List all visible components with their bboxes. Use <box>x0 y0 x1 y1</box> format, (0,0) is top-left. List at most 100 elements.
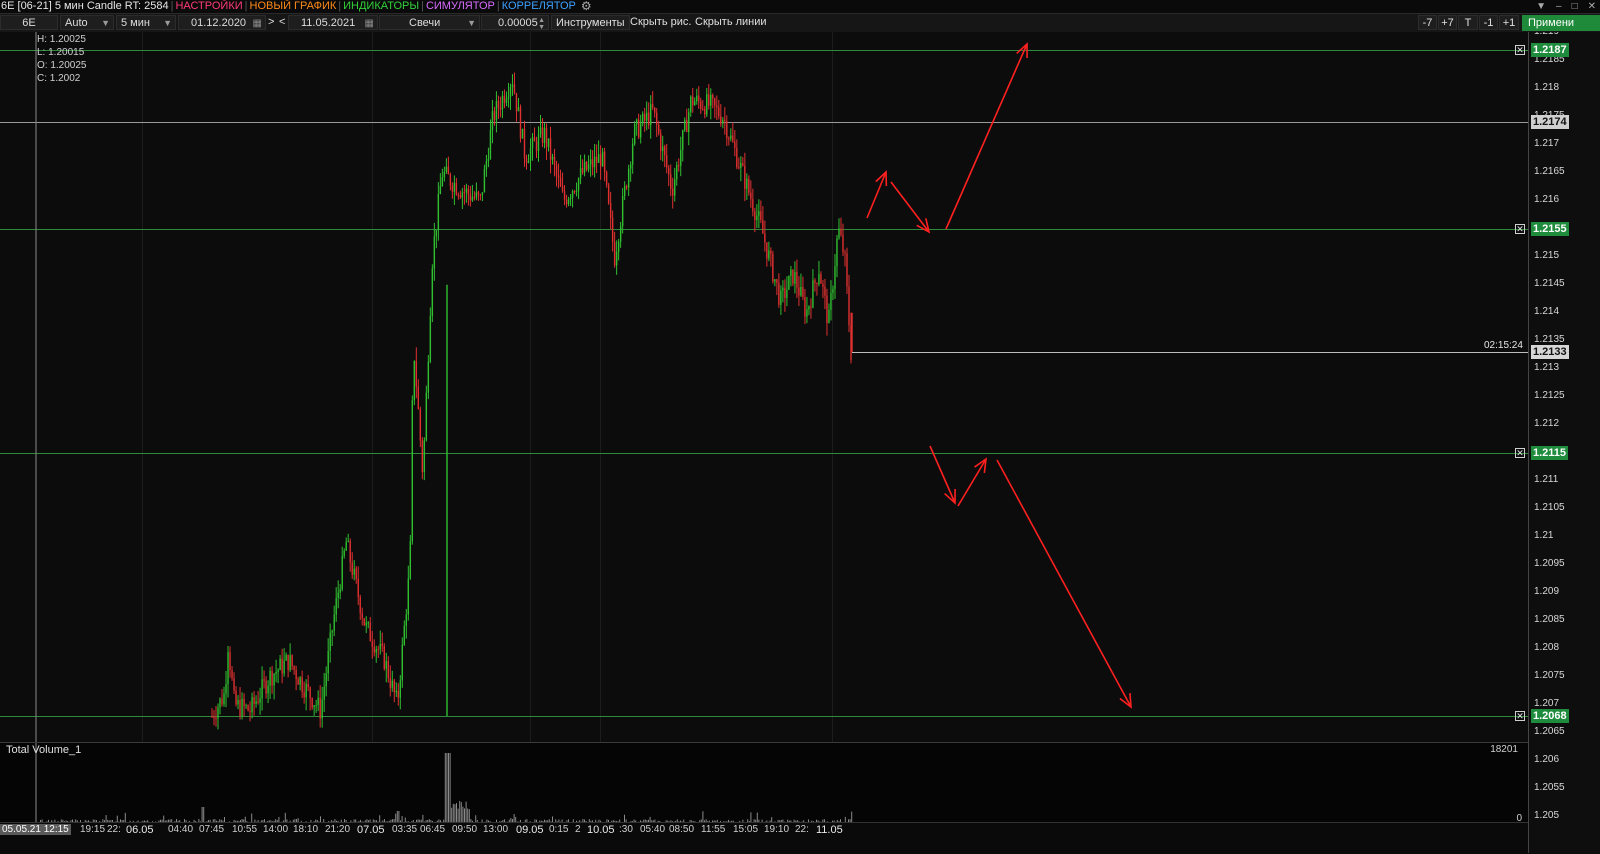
candle <box>396 682 397 697</box>
candle <box>285 652 286 660</box>
candle <box>714 98 715 118</box>
candle-body <box>273 674 274 685</box>
price-chart[interactable]: H: 1.20025 L: 1.20015 O: 1.20025 C: 1.20… <box>0 32 1528 742</box>
candle <box>490 119 491 159</box>
candle-body <box>800 287 801 296</box>
candle <box>436 230 437 248</box>
candle <box>614 232 615 268</box>
candle <box>506 92 507 107</box>
date-to-field[interactable]: 11.05.2021▦ <box>288 15 378 30</box>
shift-minus-7-button[interactable]: -7 <box>1418 15 1437 30</box>
candle <box>215 706 216 727</box>
candle-body <box>211 716 212 717</box>
level-close-icon[interactable]: ✕ <box>1515 224 1525 234</box>
candle-body <box>458 195 459 196</box>
level-close-icon[interactable]: ✕ <box>1515 711 1525 721</box>
candle-body <box>698 96 699 102</box>
candle <box>442 169 443 187</box>
level-close-icon[interactable]: ✕ <box>1515 448 1525 458</box>
candle-body <box>414 361 415 400</box>
candle <box>596 144 597 173</box>
candle-body <box>666 155 667 167</box>
shift-plus-1-button[interactable]: +1 <box>1499 15 1519 30</box>
price-chart-canvas[interactable] <box>0 32 1528 742</box>
candle <box>804 289 805 324</box>
candle <box>466 184 467 203</box>
minimize-icon[interactable]: – <box>1556 0 1562 13</box>
candle <box>307 675 308 691</box>
arrow-down-small[interactable] <box>930 446 955 503</box>
pin-icon[interactable]: ▼ <box>1536 0 1546 13</box>
arrow-up-small[interactable] <box>867 172 886 218</box>
candle-body <box>253 697 254 704</box>
candle-body <box>235 691 236 705</box>
price-axis[interactable]: 1.2191.21851.2181.21751.2171.21651.2161.… <box>1528 32 1600 853</box>
candle <box>295 666 296 691</box>
candle <box>319 685 320 727</box>
gear-icon[interactable]: ⚙ <box>581 0 592 13</box>
calendar-icon[interactable]: ▦ <box>365 16 374 30</box>
symbol-select[interactable]: 6E <box>0 15 58 30</box>
candle-body <box>554 157 555 165</box>
menu-settings[interactable]: НАСТРОЙКИ <box>175 0 242 13</box>
time-day-label: 11.05 <box>816 824 843 836</box>
hide-drawings-button[interactable]: Скрыть рис. <box>626 15 695 30</box>
candle-body <box>846 253 847 286</box>
nav-forward-button[interactable]: > <box>266 15 276 30</box>
menu-correlator[interactable]: КОРРЕЛЯТОР <box>502 0 576 13</box>
volume-bar <box>464 808 465 823</box>
candle <box>788 275 789 290</box>
candle-body <box>638 120 639 138</box>
candle <box>478 191 479 201</box>
arrow-down-major[interactable] <box>997 460 1131 707</box>
arrow-up-major[interactable] <box>946 44 1027 229</box>
candle-body <box>714 98 715 105</box>
timeframe-select[interactable]: 5 мин▼ <box>116 15 176 30</box>
tools-button[interactable]: Инструменты <box>551 15 630 30</box>
menu-indicators[interactable]: ИНДИКАТОРЫ <box>343 0 419 13</box>
candle-body <box>534 137 535 141</box>
candle <box>514 73 515 95</box>
candle-body <box>269 671 270 686</box>
price-tick-label: 1.2075 <box>1534 670 1565 681</box>
apply-button[interactable]: Примени <box>1522 15 1600 31</box>
time-axis[interactable]: 05.05.21 12:1519:1522:06.0504:4007:4510:… <box>0 822 1528 854</box>
shift-minus-1-button[interactable]: -1 <box>1479 15 1498 30</box>
volume-pane[interactable]: Total Volume_1 18201 0 <box>0 742 1528 823</box>
candle <box>281 649 282 684</box>
chart-type-select[interactable]: Свечи▼ <box>379 15 480 30</box>
candle-body <box>586 162 587 170</box>
date-from-field[interactable]: 01.12.2020▦ <box>178 15 266 30</box>
candle-body <box>227 652 228 684</box>
candle <box>638 114 639 139</box>
calendar-icon[interactable]: ▦ <box>253 16 262 30</box>
candle <box>376 646 377 663</box>
level-close-icon[interactable]: ✕ <box>1515 45 1525 55</box>
stepper-arrows-icon[interactable]: ▲▼ <box>538 17 545 30</box>
candle-body <box>768 251 769 259</box>
tick-size-stepper[interactable]: 0.00005▲▼ <box>481 15 549 30</box>
candle <box>778 273 779 307</box>
candle <box>474 191 475 200</box>
arrow-up-small[interactable] <box>958 459 986 506</box>
scale-select[interactable]: Auto▼ <box>60 15 114 30</box>
arrow-down-small[interactable] <box>891 182 929 232</box>
candle-body <box>444 172 445 177</box>
candle-body <box>820 274 821 284</box>
maximize-icon[interactable]: □ <box>1572 0 1578 13</box>
candle-body <box>442 177 443 186</box>
candle <box>570 194 571 206</box>
shift-plus-7-button[interactable]: +7 <box>1438 15 1457 30</box>
today-button[interactable]: T <box>1458 15 1478 30</box>
menu-new-chart[interactable]: НОВЫЙ ГРАФИК <box>250 0 337 13</box>
candle <box>370 617 371 642</box>
hide-lines-button[interactable]: Скрыть линии <box>691 15 771 30</box>
candle-body <box>410 541 411 578</box>
menu-simulator[interactable]: СИМУЛЯТОР <box>426 0 495 13</box>
trend-arrows[interactable] <box>867 44 1131 707</box>
nav-back-button[interactable]: < <box>277 15 287 30</box>
close-icon[interactable]: ✕ <box>1588 0 1596 13</box>
candle <box>816 282 817 295</box>
candle <box>472 185 473 202</box>
candle-body <box>259 698 260 702</box>
